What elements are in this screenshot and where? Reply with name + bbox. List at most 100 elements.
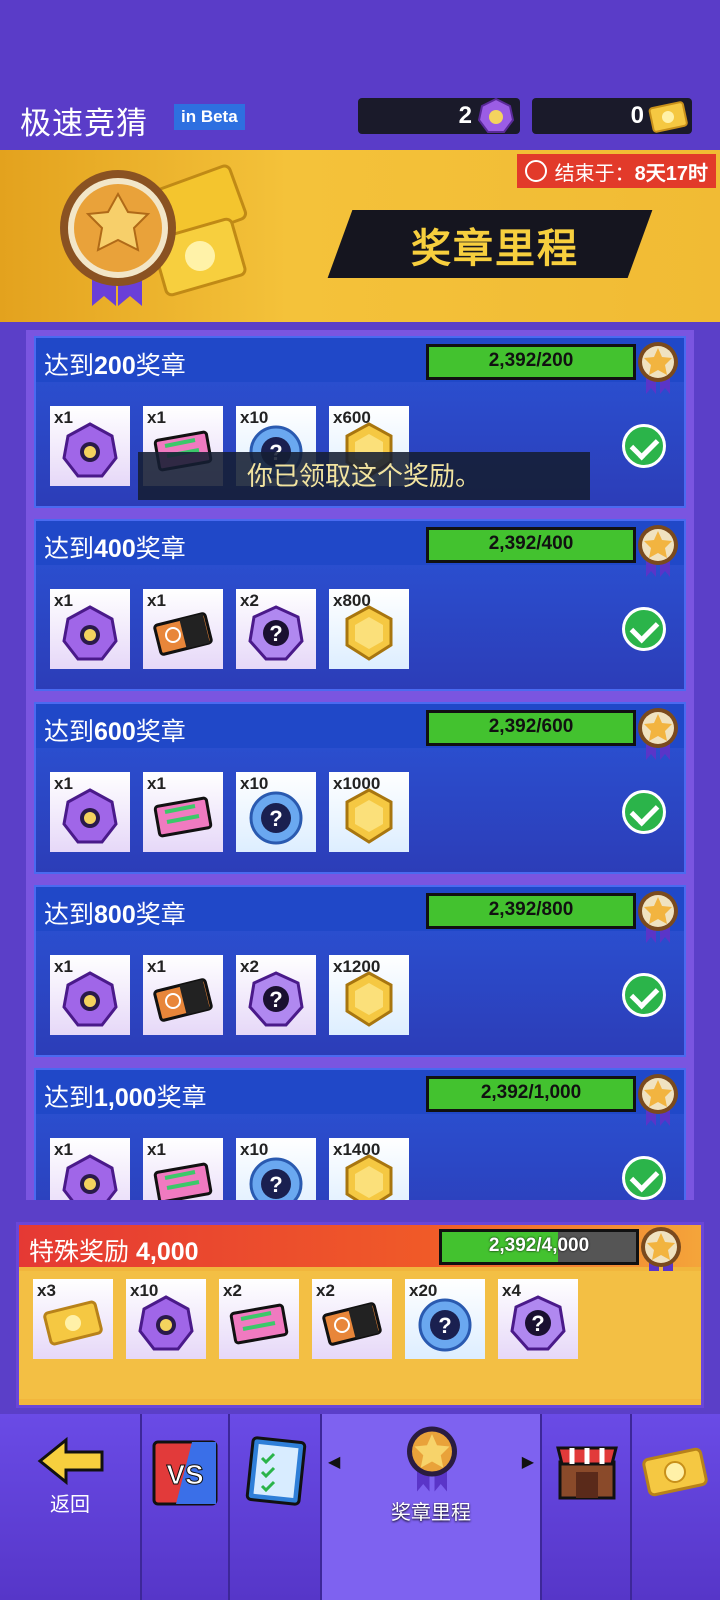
svg-text:?: ?	[531, 1311, 544, 1336]
back-button[interactable]: 返回	[0, 1414, 142, 1600]
svg-text:?: ?	[438, 1313, 451, 1338]
special-reward-label: 特殊奖励	[29, 1238, 130, 1266]
app-title: 极速竞猜	[20, 106, 148, 141]
milestone-header: 达到1,000奖章 2,392/1,000	[36, 1070, 684, 1126]
special-progress-text: 2,392/4,000	[488, 1235, 590, 1256]
claimed-check-icon	[622, 790, 666, 834]
gold-ticket-icon	[648, 101, 688, 133]
reward-item[interactable]: x2	[312, 1279, 392, 1359]
milestone-title: 达到600奖章	[44, 712, 186, 748]
medal-icon	[638, 525, 678, 577]
medal-icon	[638, 342, 678, 394]
countdown-timer: 结束于： 8天17时	[516, 154, 716, 188]
milestone-card: 达到800奖章 2,392/800 x1 x1 x2? x1200	[34, 885, 686, 1057]
milestone-title-prefix: 达到	[44, 352, 95, 380]
reward-item[interactable]: x20?	[405, 1279, 485, 1359]
purple-gem-icon	[477, 97, 515, 133]
tab-medal-label: 奖章里程	[391, 1502, 471, 1524]
timer-prefix: 结束于：	[554, 162, 635, 185]
svg-text:?: ?	[269, 806, 282, 831]
reward-item[interactable]: x10?	[236, 1138, 316, 1200]
milestone-title-prefix: 达到	[44, 901, 95, 929]
milestone-progress-bar: 2,392/800	[426, 893, 636, 929]
milestone-title-prefix: 达到	[44, 718, 95, 746]
reward-item[interactable]: x1000	[329, 772, 409, 852]
reward-item[interactable]: x800	[329, 589, 409, 669]
svg-text:VS: VS	[166, 1459, 203, 1490]
checklist-icon	[245, 1436, 307, 1506]
tab-shop[interactable]	[542, 1414, 632, 1600]
reward-item[interactable]: x1	[50, 589, 130, 669]
milestone-progress-text: 2,392/200	[488, 350, 574, 371]
reward-item[interactable]: x1	[50, 955, 130, 1035]
reward-item[interactable]: x1	[50, 1138, 130, 1200]
reward-item[interactable]: x1	[143, 589, 223, 669]
claimed-check-icon	[622, 424, 666, 468]
shop-icon	[556, 1446, 618, 1500]
milestone-progress-text: 2,392/800	[488, 899, 574, 920]
right-chevron-icon[interactable]: ▶	[522, 1452, 534, 1472]
milestone-header: 达到800奖章 2,392/800	[36, 887, 684, 943]
tab-versus[interactable]: VS	[142, 1414, 230, 1600]
special-reward-header: 特殊奖励 4,000 2,392/4,000	[19, 1225, 701, 1279]
milestone-progress-text: 2,392/600	[488, 716, 574, 737]
gem-counter[interactable]: 2	[358, 97, 520, 134]
reward-item[interactable]: x1200	[329, 955, 409, 1035]
reward-item[interactable]: x1	[50, 772, 130, 852]
milestone-title-suffix: 奖章	[135, 901, 186, 929]
milestone-progress-bar: 2,392/1,000	[426, 1076, 636, 1112]
milestone-progress-text: 2,392/400	[488, 533, 574, 554]
claimed-toast: 你已领取这个奖励。	[138, 452, 590, 500]
svg-text:?: ?	[269, 1172, 282, 1197]
tab-tickets[interactable]	[632, 1414, 720, 1600]
tab-quests[interactable]	[230, 1414, 322, 1600]
milestone-title: 达到400奖章	[44, 529, 186, 565]
bottom-nav: 返回 VS ◀ ▶ 奖章里程	[0, 1414, 720, 1600]
milestone-amount: 600	[94, 718, 136, 746]
ticket-counter[interactable]: 0	[532, 98, 692, 134]
milestone-amount: 200	[94, 352, 136, 380]
back-label: 返回	[50, 1494, 90, 1516]
beta-badge: in Beta	[174, 104, 245, 130]
milestone-amount: 400	[94, 535, 136, 563]
timer-value: 8天17时	[634, 162, 708, 185]
milestone-amount: 1,000	[94, 1084, 157, 1112]
milestone-header: 达到600奖章 2,392/600	[36, 704, 684, 760]
milestone-title-suffix: 奖章	[135, 352, 186, 380]
clock-icon	[524, 160, 547, 182]
reward-item[interactable]: x3	[33, 1279, 113, 1359]
tab-medal-milestones[interactable]: ◀ ▶ 奖章里程	[322, 1414, 542, 1600]
reward-item[interactable]: x2?	[236, 589, 316, 669]
reward-item[interactable]: x1	[50, 406, 130, 486]
reward-item[interactable]: x4?	[498, 1279, 578, 1359]
reward-item[interactable]: x2?	[236, 955, 316, 1035]
milestone-progress-bar: 2,392/400	[426, 527, 636, 563]
svg-text:?: ?	[269, 987, 282, 1012]
reward-item[interactable]: x1	[143, 772, 223, 852]
milestone-card: 达到600奖章 2,392/600 x1 x1 x10? x1000	[34, 702, 686, 874]
reward-item[interactable]: x10	[126, 1279, 206, 1359]
milestone-list[interactable]: 达到200奖章2,392/200x1x1x10?x600你已领取这个奖励。达到4…	[26, 330, 694, 1200]
medal-icon	[407, 1426, 457, 1492]
special-progress-bar: 2,392/4,000	[439, 1229, 639, 1265]
reward-item[interactable]: x1400	[329, 1138, 409, 1200]
special-reward-amount: 4,000	[135, 1238, 199, 1266]
milestone-progress-bar: 2,392/600	[426, 710, 636, 746]
special-reward-items: x3 x10 x2 x2 x20? x4?	[19, 1271, 701, 1399]
milestone-title-prefix: 达到	[44, 1084, 95, 1112]
reward-item[interactable]: x2	[219, 1279, 299, 1359]
reward-item[interactable]: x10?	[236, 772, 316, 852]
medal-tickets-illustration	[60, 164, 248, 306]
milestone-card: 达到1,000奖章 2,392/1,000 x1 x1 x10? x1400	[34, 1068, 686, 1200]
gem-count: 2	[458, 102, 472, 129]
milestone-progress-bar: 2,392/200	[426, 344, 636, 380]
reward-item[interactable]: x1	[143, 1138, 223, 1200]
claimed-check-icon	[622, 973, 666, 1017]
milestone-title: 达到1,000奖章	[44, 1078, 207, 1114]
milestone-progress-text: 2,392/1,000	[480, 1082, 582, 1103]
milestone-header: 达到400奖章 2,392/400	[36, 521, 684, 577]
milestone-header: 达到200奖章 2,392/200	[36, 338, 684, 394]
claimed-check-icon	[622, 607, 666, 651]
left-chevron-icon[interactable]: ◀	[328, 1452, 340, 1472]
reward-item[interactable]: x1	[143, 955, 223, 1035]
